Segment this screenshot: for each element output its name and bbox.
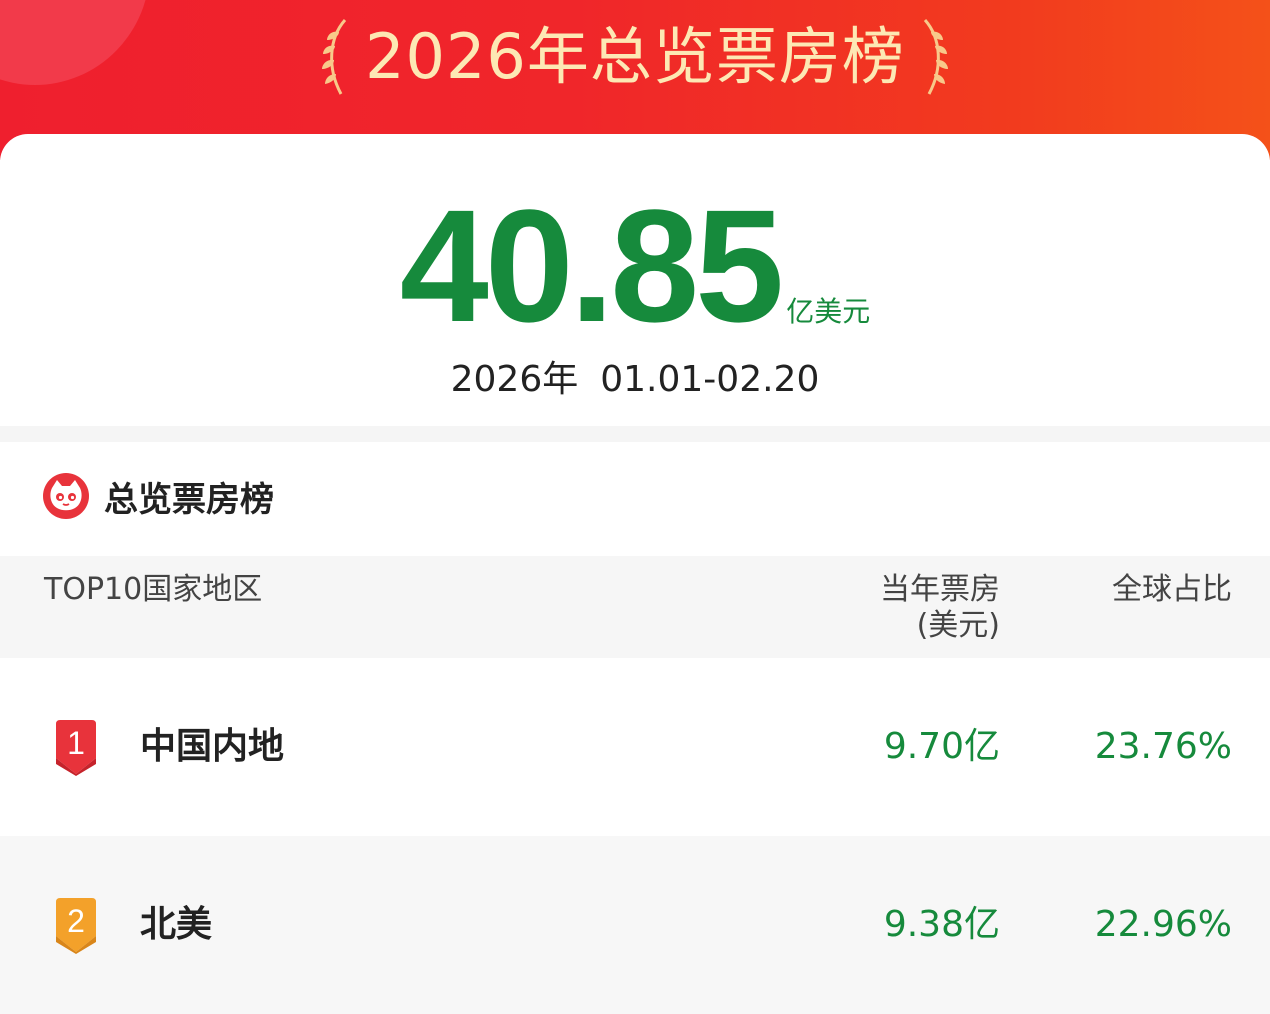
column-header-box-office[interactable]: 当年票房 (美元): [880, 572, 1000, 644]
table-row[interactable]: 1 中国内地 9.70亿 23.76%: [0, 658, 1270, 836]
column-header-region: TOP10国家地区: [44, 572, 263, 607]
banner-title: 2026年总览票房榜: [365, 20, 905, 93]
table-header: TOP10国家地区 当年票房 (美元) 全球占比: [0, 556, 1270, 658]
region-name: 北美: [140, 904, 213, 945]
total-box-office: 40.85 亿美元: [0, 186, 1270, 346]
total-value: 40.85: [399, 176, 784, 355]
date-range-value: 01.01-02.20: [600, 359, 820, 400]
summary-card: 40.85 亿美元 2026年 01.01-02.20: [0, 134, 1270, 426]
box-office-value: 9.38亿: [883, 904, 1000, 945]
date-range: 2026年 01.01-02.20: [0, 350, 1270, 402]
banner-title-group: 2026年总览票房榜: [0, 12, 1270, 102]
section-divider: [0, 426, 1270, 442]
global-share-value: 22.96%: [1094, 904, 1232, 945]
global-share-value: 23.76%: [1094, 726, 1232, 767]
column-header-box-office-line1: 当年票房: [880, 572, 1000, 607]
section-title: 总览票房榜: [104, 479, 274, 520]
column-header-box-office-line2: (美元): [916, 608, 1000, 643]
rank-number: 1: [67, 725, 85, 761]
laurel-left-icon: [322, 19, 347, 95]
rank-badge: 1: [52, 720, 100, 776]
column-header-global-share[interactable]: 全球占比: [1112, 572, 1232, 608]
table-row[interactable]: 2 北美 9.38亿 22.96%: [0, 836, 1270, 1014]
rank-number: 2: [67, 903, 85, 939]
rank-badge: 2: [52, 898, 100, 954]
cat-logo-icon: [43, 473, 89, 519]
year-label: 2026年: [450, 359, 579, 400]
laurel-right-icon: [923, 19, 948, 95]
section-header: 总览票房榜: [42, 470, 274, 522]
total-unit: 亿美元: [786, 295, 871, 328]
region-name: 中国内地: [140, 726, 285, 767]
box-office-value: 9.70亿: [883, 726, 1000, 767]
